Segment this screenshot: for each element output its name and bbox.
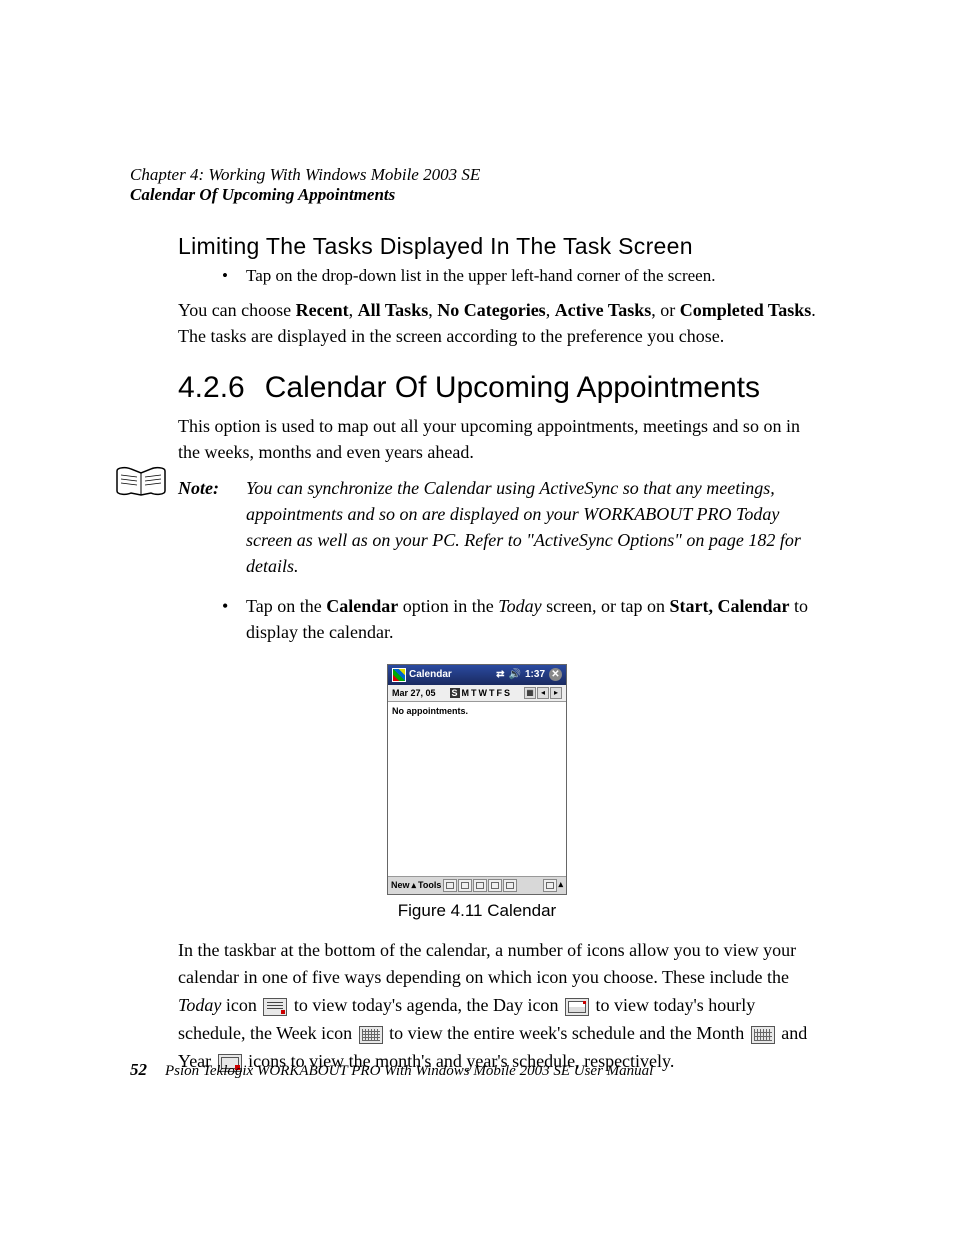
calendar-screenshot: Calendar ⇄ 🔊 1:37 ✕ Mar 27, 05 S M T W T [387,664,567,895]
paragraph: In the taskbar at the bottom of the cale… [178,937,824,1076]
ss-tools: Tools [418,880,441,890]
figure-caption: Figure 4.11 Calendar [130,901,824,921]
month-icon [751,1026,775,1044]
month-view-icon [488,879,502,892]
week-view-icon [473,879,487,892]
start-flag-icon [392,668,406,682]
running-header-chapter: Chapter 4: Working With Windows Mobile 2… [130,165,824,185]
paragraph: This option is used to map out all your … [178,413,824,465]
ss-date: Mar 27, 05 [392,688,436,698]
prev-arrow-icon: ◂ [537,687,549,699]
day-view-icon [458,879,472,892]
bullet-item: • Tap on the Calendar option in the Toda… [222,593,824,645]
speaker-icon: 🔊 [509,669,521,680]
close-icon: ✕ [549,668,562,681]
goto-date-icon: ▦ [524,687,536,699]
section-heading: 4.2.6 Calendar Of Upcoming Appointments [178,371,824,405]
section-title: Calendar Of Upcoming Appointments [265,371,760,404]
keyboard-icon [543,879,557,892]
paragraph: You can choose Recent, All Tasks, No Cat… [178,297,824,349]
up-caret-icon: ▴ [558,879,563,892]
page-footer: 52 Psion Teklogix WORKABOUT PRO With Wind… [130,1060,824,1080]
next-arrow-icon: ▸ [550,687,562,699]
ss-time: 1:37 [525,669,545,680]
section-number: 4.2.6 [178,371,245,404]
ss-titlebar: Calendar ⇄ 🔊 1:37 ✕ [388,665,566,685]
day-icon [565,998,589,1016]
subheading: Limiting The Tasks Displayed In The Task… [178,233,824,260]
bullet-text: Tap on the drop-down list in the upper l… [246,266,715,285]
bullet-item: •Tap on the drop-down list in the upper … [222,264,824,289]
page-number: 52 [130,1060,147,1079]
note-text: You can synchronize the Calendar using A… [246,475,824,579]
ss-date-row: Mar 27, 05 S M T W T F S ▦ ◂ ▸ [388,685,566,702]
today-view-icon [443,879,457,892]
running-header-section: Calendar Of Upcoming Appointments [130,185,824,205]
figure: Calendar ⇄ 🔊 1:37 ✕ Mar 27, 05 S M T W T [130,664,824,921]
week-icon [359,1026,383,1044]
note-block: Note: You can synchronize the Calendar u… [178,475,824,579]
note-book-icon [113,465,169,499]
ss-title-text: Calendar [409,669,452,680]
ss-new: New [391,880,410,890]
ss-day-picker: S M T W T F S [450,688,511,698]
today-icon [263,998,287,1016]
footer-text: Psion Teklogix WORKABOUT PRO With Window… [165,1063,653,1079]
ss-body: No appointments. [388,702,566,876]
up-caret-icon: ▴ [412,880,417,891]
note-label: Note: [178,475,246,579]
connectivity-icon: ⇄ [496,669,504,680]
ss-bottom-bar: New ▴ Tools ▴ [388,876,566,894]
year-view-icon [503,879,517,892]
